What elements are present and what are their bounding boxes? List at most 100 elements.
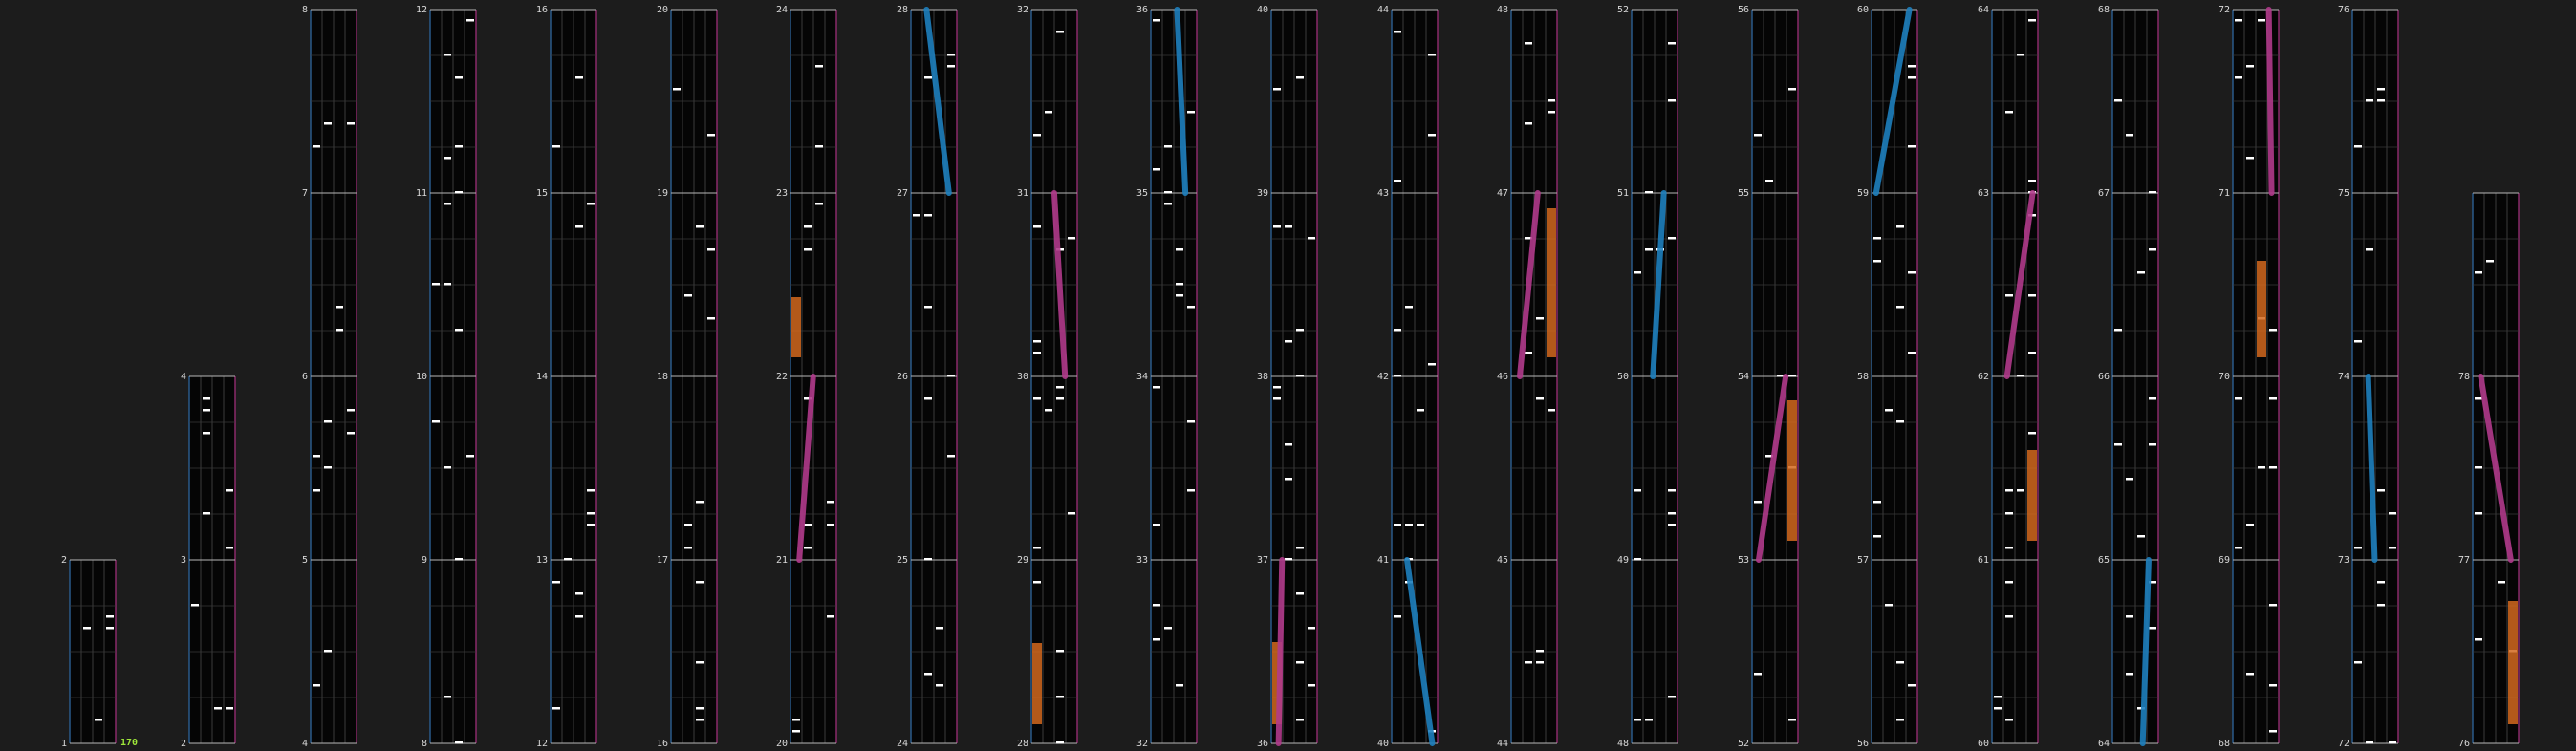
hold-note — [2508, 601, 2518, 724]
tap-note — [1634, 558, 1641, 561]
tap-note — [2389, 741, 2396, 744]
measure-number: 50 — [1617, 372, 1629, 382]
tap-note — [1176, 684, 1183, 687]
tap-note — [2149, 248, 2156, 251]
measure-number: 48 — [1497, 5, 1508, 15]
tap-note — [2377, 581, 2385, 584]
tap-note — [336, 329, 343, 332]
tap-note — [673, 88, 681, 91]
tap-note — [1885, 409, 1893, 412]
tap-note — [2028, 352, 2036, 354]
tap-note — [324, 466, 332, 469]
tap-note — [324, 420, 332, 423]
tap-note — [1645, 191, 1653, 194]
tap-note — [564, 558, 572, 561]
measure-column — [1030, 9, 1078, 744]
tap-note — [455, 76, 463, 79]
tap-note — [1394, 329, 1401, 332]
tap-note — [226, 707, 233, 710]
measure-number: 71 — [2219, 188, 2230, 199]
tap-note — [1873, 260, 1881, 263]
tap-note — [455, 329, 463, 332]
tap-note — [1176, 283, 1183, 286]
tap-note — [455, 741, 463, 744]
measure-number: 52 — [1617, 5, 1629, 15]
tap-note — [924, 306, 932, 309]
tap-note — [336, 306, 343, 309]
measure-number: 61 — [1978, 555, 1989, 566]
tap-note — [1668, 237, 1676, 240]
measure-number: 76 — [2338, 5, 2349, 15]
tap-note — [1754, 134, 1762, 137]
tap-note — [2269, 684, 2277, 687]
tap-note — [1285, 478, 1292, 481]
hold-note — [1787, 400, 1797, 541]
measure-number: 77 — [2458, 555, 2470, 566]
tap-note — [1187, 420, 1195, 423]
tap-note — [2137, 535, 2145, 538]
tap-note — [191, 604, 199, 607]
tap-note — [2126, 478, 2133, 481]
tap-note — [83, 627, 91, 630]
tap-note — [2377, 88, 2385, 91]
tap-note — [1033, 134, 1041, 137]
measure-number: 25 — [897, 555, 908, 566]
measure-number: 6 — [302, 372, 308, 382]
measure-number: 28 — [897, 5, 908, 15]
tap-note — [444, 283, 451, 286]
measure-number: 35 — [1136, 188, 1148, 199]
tap-note — [1308, 684, 1315, 687]
measure-number: 45 — [1497, 555, 1508, 566]
tap-note — [1765, 180, 1773, 182]
tap-note — [1068, 512, 1075, 515]
tap-note — [1187, 111, 1195, 114]
tap-note — [1896, 420, 1904, 423]
tap-note — [1668, 512, 1676, 515]
tap-note — [1273, 225, 1281, 228]
measure-number: 36 — [1257, 739, 1268, 749]
tap-note — [1908, 352, 1916, 354]
tap-note — [815, 145, 823, 148]
tap-note — [552, 145, 560, 148]
tap-note — [1153, 168, 1160, 171]
tap-note — [1164, 203, 1172, 205]
tap-note — [1788, 719, 1796, 721]
measure-number: 18 — [657, 372, 668, 382]
tap-note — [455, 558, 463, 561]
measure-number: 4 — [302, 739, 308, 749]
tap-note — [2475, 466, 2482, 469]
tap-note — [1896, 661, 1904, 664]
tap-note — [696, 719, 704, 721]
tap-note — [2269, 730, 2277, 733]
tap-note — [1536, 317, 1544, 320]
measure-column — [69, 559, 117, 744]
tap-note — [1896, 225, 1904, 228]
tap-note — [1285, 558, 1292, 561]
tap-note — [106, 627, 114, 630]
tap-note — [1668, 524, 1676, 526]
measure-number: 51 — [1617, 188, 1629, 199]
measure-number: 29 — [1017, 555, 1028, 566]
measure-number: 40 — [1257, 5, 1268, 15]
tap-note — [226, 547, 233, 549]
tap-note — [2235, 547, 2242, 549]
measure-number: 46 — [1497, 372, 1508, 382]
tap-note — [2114, 329, 2122, 332]
tap-note — [1187, 306, 1195, 309]
tap-note — [2366, 248, 2373, 251]
measure-number: 12 — [536, 739, 548, 749]
measure-number: 34 — [1136, 372, 1148, 382]
tap-note — [1033, 547, 1041, 549]
hold-note — [1032, 643, 1042, 724]
tap-note — [347, 432, 355, 435]
tap-note — [2498, 581, 2505, 584]
tap-note — [1296, 547, 1304, 549]
tap-note — [1033, 352, 1041, 354]
measure-number: 9 — [422, 555, 427, 566]
measure-column — [310, 9, 357, 744]
chart-editor-viewport[interactable]: 1223445678891011121213141516161718192020… — [0, 0, 2576, 751]
tap-note — [2235, 76, 2242, 79]
measure-number: 67 — [2098, 188, 2110, 199]
measure-column — [550, 9, 597, 744]
measure-number: 24 — [776, 5, 788, 15]
